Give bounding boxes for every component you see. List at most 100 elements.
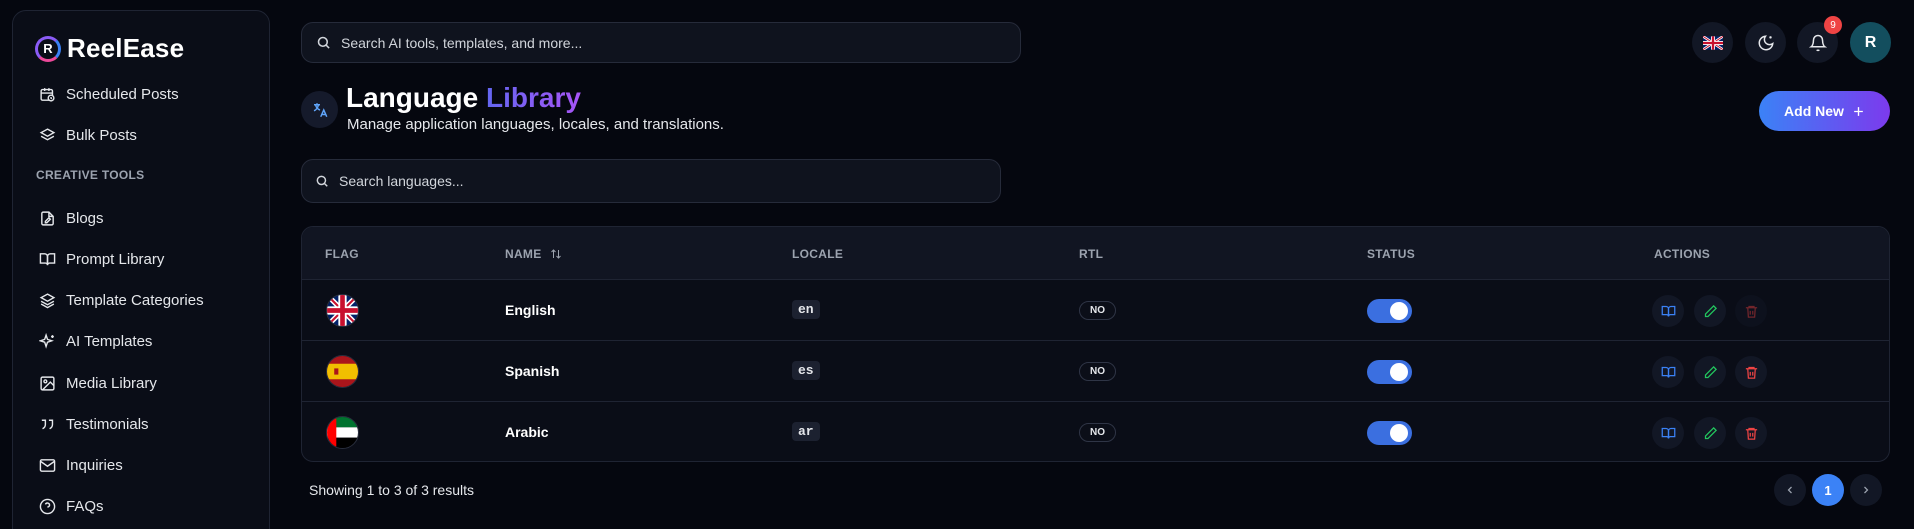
add-new-label: Add New <box>1784 103 1844 119</box>
sidebar-item-testimonials[interactable]: Testimonials <box>39 416 149 433</box>
page-button-current[interactable]: 1 <box>1812 474 1844 506</box>
languages-table: FLAG NAME LOCALE RTL STATUS ACTIONS Engl… <box>301 226 1890 462</box>
sidebar-item-bulk-posts[interactable]: Bulk Posts <box>39 127 137 144</box>
sidebar-item-label: FAQs <box>66 498 104 515</box>
sidebar-item-inquiries[interactable]: Inquiries <box>39 457 123 474</box>
image-icon <box>40 376 55 391</box>
sidebar-item-label: Media Library <box>66 375 157 392</box>
notification-badge: 9 <box>1824 16 1842 34</box>
sparkles-icon <box>39 333 54 349</box>
results-summary: Showing 1 to 3 of 3 results <box>309 482 474 498</box>
sidebar-item-media-library[interactable]: Media Library <box>39 375 157 392</box>
column-header-name-label: NAME <box>505 247 542 261</box>
file-edit-icon <box>41 211 54 226</box>
sidebar-item-blogs[interactable]: Blogs <box>39 210 104 227</box>
calendar-clock-icon <box>40 88 55 102</box>
trash-icon <box>1745 427 1757 440</box>
app-logo[interactable]: R ReelEase <box>35 33 184 64</box>
translations-button[interactable] <box>1652 356 1684 388</box>
sidebar-item-prompt-library[interactable]: Prompt Library <box>39 251 164 268</box>
sidebar-item-template-categories[interactable]: Template Categories <box>39 292 204 309</box>
status-toggle[interactable] <box>1367 421 1412 445</box>
sidebar-item-faqs[interactable]: FAQs <box>39 498 104 515</box>
translations-button[interactable] <box>1652 295 1684 327</box>
column-header-actions: ACTIONS <box>1654 247 1711 261</box>
sidebar-item-label: Blogs <box>66 210 104 227</box>
locale-code: ar <box>792 422 820 441</box>
uae-flag-icon <box>326 416 359 449</box>
sidebar-item-label: Testimonials <box>66 416 149 433</box>
table-row: Arabic ar NO <box>302 402 1889 461</box>
sidebar-section-label: CREATIVE TOOLS <box>36 168 145 182</box>
next-page-button[interactable] <box>1850 474 1882 506</box>
uk-flag-icon <box>1702 35 1723 50</box>
book-open-icon <box>1661 366 1675 378</box>
sidebar-item-ai-templates[interactable]: AI Templates <box>39 333 152 350</box>
layers-icon <box>39 293 56 309</box>
global-search[interactable] <box>301 22 1021 63</box>
language-name: English <box>505 302 556 318</box>
quote-icon <box>41 419 54 430</box>
sort-icon[interactable] <box>550 248 562 260</box>
table-row: Spanish es NO <box>302 341 1889 402</box>
pencil-icon <box>1704 304 1717 317</box>
mail-icon <box>39 459 56 472</box>
page-icon <box>301 91 338 128</box>
column-header-flag: FLAG <box>325 247 359 261</box>
sidebar-item-label: Bulk Posts <box>66 127 137 144</box>
language-search-input[interactable] <box>339 173 939 189</box>
locale-code: es <box>792 361 820 380</box>
app-name: ReelEase <box>67 33 185 63</box>
sidebar: R ReelEase Scheduled Posts Bulk Posts CR… <box>12 10 270 529</box>
notifications-button[interactable]: 9 <box>1797 16 1842 63</box>
sidebar-item-scheduled-posts[interactable]: Scheduled Posts <box>39 86 179 103</box>
language-switcher-button[interactable] <box>1692 22 1733 63</box>
book-open-icon <box>1661 305 1675 317</box>
locale-code: en <box>792 300 820 319</box>
translate-icon <box>313 102 327 117</box>
sidebar-item-label: Prompt Library <box>66 251 165 268</box>
delete-button[interactable] <box>1735 295 1767 327</box>
table-header: FLAG NAME LOCALE RTL STATUS ACTIONS <box>302 227 1889 280</box>
plus-icon <box>1854 106 1863 116</box>
delete-button[interactable] <box>1735 356 1767 388</box>
page-title-accent: Library <box>486 82 581 113</box>
search-icon <box>317 36 330 49</box>
status-toggle[interactable] <box>1367 360 1412 384</box>
rtl-badge: NO <box>1079 362 1116 381</box>
language-name: Arabic <box>505 424 549 440</box>
edit-button[interactable] <box>1694 417 1726 449</box>
chevron-right-icon <box>1864 486 1869 494</box>
status-toggle[interactable] <box>1367 299 1412 323</box>
theme-toggle-button[interactable] <box>1745 22 1786 63</box>
language-search[interactable] <box>301 159 1001 203</box>
sidebar-item-label: Inquiries <box>66 457 123 474</box>
edit-button[interactable] <box>1694 356 1726 388</box>
uk-flag-icon <box>326 294 359 327</box>
edit-button[interactable] <box>1694 295 1726 327</box>
trash-icon <box>1745 366 1757 379</box>
sidebar-item-label: AI Templates <box>66 333 153 350</box>
sidebar-item-label: Scheduled Posts <box>66 86 179 103</box>
column-header-locale: LOCALE <box>792 247 844 261</box>
table-row: English en NO <box>302 280 1889 341</box>
book-open-icon <box>1661 427 1675 439</box>
spain-flag-icon <box>326 355 359 388</box>
translations-button[interactable] <box>1652 417 1684 449</box>
column-header-name[interactable]: NAME <box>505 247 562 261</box>
page-subtitle: Manage application languages, locales, a… <box>347 116 724 133</box>
layers-icon <box>39 128 56 141</box>
search-icon <box>316 175 328 187</box>
column-header-rtl: RTL <box>1079 247 1104 261</box>
moon-icon <box>1758 34 1774 50</box>
page-title: Language Library <box>346 82 581 114</box>
column-header-status: STATUS <box>1367 247 1416 261</box>
add-new-button[interactable]: Add New <box>1759 91 1890 131</box>
global-search-input[interactable] <box>341 34 941 51</box>
previous-page-button[interactable] <box>1774 474 1806 506</box>
page-title-main: Language <box>346 82 479 113</box>
user-avatar[interactable]: R <box>1850 22 1891 63</box>
rtl-badge: NO <box>1079 301 1116 320</box>
sidebar-item-label: Template Categories <box>66 292 204 309</box>
delete-button[interactable] <box>1735 417 1767 449</box>
